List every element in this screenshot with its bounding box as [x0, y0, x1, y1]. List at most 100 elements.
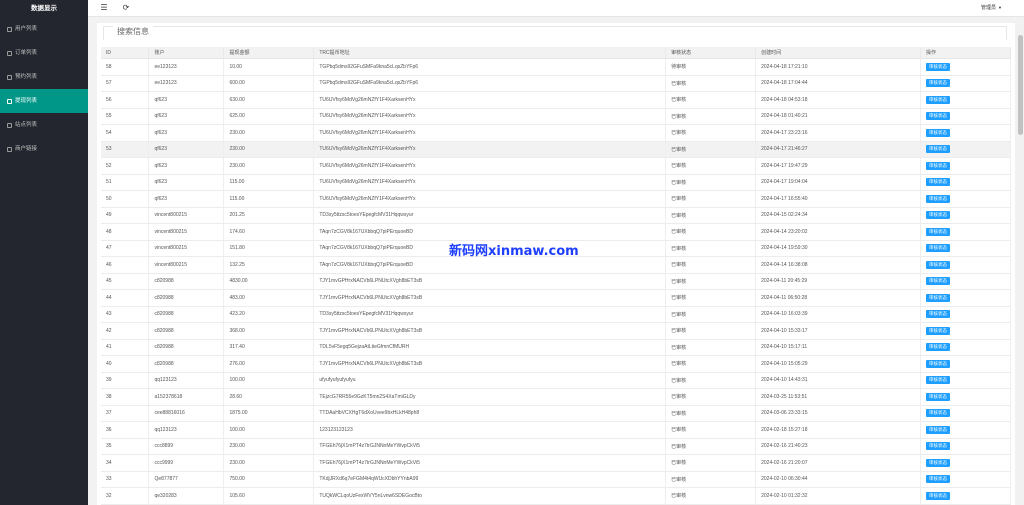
table-cell: 2024-04-11 06:50:28: [755, 289, 922, 307]
review-status-button[interactable]: 审核状态: [926, 95, 951, 104]
table-cell: 已审核: [665, 306, 757, 323]
table-cell: 2024-04-18 04:53:18: [755, 91, 922, 109]
review-status-button[interactable]: 审核状态: [926, 392, 951, 401]
review-status-button[interactable]: 审核状态: [926, 409, 951, 418]
action-cell: 审核状态: [920, 454, 1011, 472]
watermark: 新码网xinmaw.com: [449, 244, 579, 259]
list-icon: [7, 98, 12, 104]
review-status-button[interactable]: 审核状态: [926, 145, 951, 154]
review-status-button[interactable]: 审核状态: [926, 79, 951, 88]
sidebar-item-4[interactable]: 站点列表: [0, 113, 88, 137]
review-status-button[interactable]: 审核状态: [926, 128, 951, 137]
review-status-button[interactable]: 审核状态: [926, 244, 951, 253]
table-cell: qf623: [148, 174, 225, 191]
table-cell: qe320283: [148, 487, 225, 505]
table-cell: 36: [101, 421, 150, 439]
table-cell: 2024-02-10 06:30:44: [755, 471, 922, 488]
table-cell: vincent800215: [148, 207, 225, 224]
table-cell: 100.00: [223, 372, 315, 389]
review-status-button[interactable]: 审核状态: [926, 376, 951, 385]
action-cell: 审核状态: [920, 273, 1011, 290]
review-status-button[interactable]: 审核状态: [926, 425, 951, 434]
action-cell: 审核状态: [920, 355, 1011, 373]
table-cell: 2024-02-18 15:27:18: [755, 421, 922, 439]
sidebar-item-label: 站点列表: [15, 122, 38, 128]
table-cell: 2024-04-18 01:40:21: [755, 108, 922, 125]
review-status-button[interactable]: 审核状态: [926, 112, 951, 121]
review-status-button[interactable]: 审核状态: [926, 194, 951, 203]
table-cell: ccc8899: [148, 438, 225, 455]
table-row: 56 qf623 630.00 TU6UVfsy6MdVg26mNZfY1F4Xark…: [101, 91, 1011, 109]
table-cell: TU6UVfsy6MdVg26mNZfY1F4XarksenHYx: [313, 124, 667, 142]
table-row: 57 ee123123 600.00 TGPbq5dms92GFuSMFa9kna5c…: [101, 75, 1011, 92]
review-status-button[interactable]: 审核状态: [926, 442, 951, 451]
table-cell: 230.00: [223, 454, 315, 472]
table-cell: 2024-03-06 23:33:15: [755, 405, 922, 422]
table-cell: 28.60: [223, 388, 315, 406]
review-status-button[interactable]: 审核状态: [926, 326, 951, 335]
table-cell: 1875.00: [223, 405, 315, 422]
user-menu[interactable]: 管理员 ▼: [981, 4, 1002, 11]
review-status-button[interactable]: 审核状态: [926, 343, 951, 352]
table-cell: TJY1mvGPHrxNACVb6LPNUtcXVgh8bET3sB: [313, 289, 667, 307]
table-cell: 43: [101, 306, 150, 323]
table-cell: 已审核: [665, 471, 757, 488]
review-status-button[interactable]: 审核状态: [926, 293, 951, 302]
sidebar-item-3[interactable]: 提现列表: [0, 89, 88, 113]
menu-icon[interactable]: ☰: [99, 3, 109, 13]
refresh-icon[interactable]: ⟳: [121, 3, 131, 13]
table-cell: TEjzcG7RR55e9GzKT5mn2S4XaTmiGLDy: [313, 388, 667, 406]
sidebar-item-label: 商户链接: [15, 146, 38, 152]
review-status-button[interactable]: 审核状态: [926, 359, 951, 368]
table-cell: TGPbq5dms92GFuSMFa9kna5cLqsZbYFp6: [313, 75, 667, 92]
review-status-button[interactable]: 审核状态: [926, 475, 951, 484]
review-status-button[interactable]: 审核状态: [926, 260, 951, 269]
table-cell: 已审核: [665, 108, 757, 125]
table-cell: 132.25: [223, 256, 315, 274]
list-icon: [7, 74, 12, 80]
review-status-button[interactable]: 审核状态: [926, 161, 951, 170]
table-cell: 600.00: [223, 75, 315, 92]
table-cell: vincent800215: [148, 240, 225, 257]
column-header: 审核状态: [665, 47, 757, 59]
table-cell: qf623: [148, 190, 225, 208]
table-row: 34 ccc9999 230.00 TFGEh76jX1mPT4z7trGJNNnMe…: [101, 454, 1011, 472]
table-cell: qf623: [148, 157, 225, 175]
scroll-thumb[interactable]: [1018, 35, 1023, 135]
table-cell: 276.00: [223, 355, 315, 373]
table-cell: 2024-04-15 02:24:34: [755, 207, 922, 224]
table-cell: 174.60: [223, 223, 315, 241]
table-cell: 115.00: [223, 190, 315, 208]
table-cell: TJY1mvGPHrxNACVb6LPNUtcXVgh8bET3sB: [313, 273, 667, 290]
action-cell: 审核状态: [920, 405, 1011, 422]
sidebar-item-1[interactable]: 订单列表: [0, 41, 88, 65]
table-row: 38 a152378618 28.60 TEjzcG7RR55e9GzKT5mn2S4…: [101, 388, 1011, 406]
review-status-button[interactable]: 审核状态: [926, 458, 951, 467]
table-cell: 54: [101, 124, 150, 142]
table-cell: TFGEh76jX1mPT4z7trGJNNnMeYWvpCkVi5: [313, 438, 667, 455]
table-cell: 已审核: [665, 438, 757, 455]
review-status-button[interactable]: 审核状态: [926, 178, 951, 187]
sidebar-item-0[interactable]: 用户列表: [0, 17, 88, 41]
list-icon: [7, 26, 12, 32]
table-cell: 230.00: [223, 141, 315, 158]
sidebar-item-2[interactable]: 预约列表: [0, 65, 88, 89]
table-cell: 50: [101, 190, 150, 208]
table-cell: 105.60: [223, 487, 315, 505]
table-cell: 750.00: [223, 471, 315, 488]
review-status-button[interactable]: 审核状态: [926, 227, 951, 236]
table-cell: 2024-04-18 17:04:44: [755, 75, 922, 92]
sidebar-item-5[interactable]: 商户链接: [0, 137, 88, 161]
review-status-button[interactable]: 审核状态: [926, 491, 951, 500]
review-status-button[interactable]: 审核状态: [926, 62, 951, 71]
table-cell: TD3sy5ttzsc5toesYEpegfcMV31Hqqwsyur: [313, 207, 667, 224]
review-status-button[interactable]: 审核状态: [926, 310, 951, 319]
scrollbar[interactable]: [1016, 17, 1024, 505]
review-status-button[interactable]: 审核状态: [926, 277, 951, 286]
table-cell: TU6UVfsy6MdVg26mNZfY1F4XarksenHYx: [313, 157, 667, 175]
action-cell: 审核状态: [920, 174, 1011, 191]
review-status-button[interactable]: 审核状态: [926, 211, 951, 220]
table-cell: c820988: [148, 306, 225, 323]
action-cell: 审核状态: [920, 487, 1011, 505]
table-row: 33 Qe877877 750.00 TKdjJRXd6q7eFGM4t4qWUcXD…: [101, 471, 1011, 488]
